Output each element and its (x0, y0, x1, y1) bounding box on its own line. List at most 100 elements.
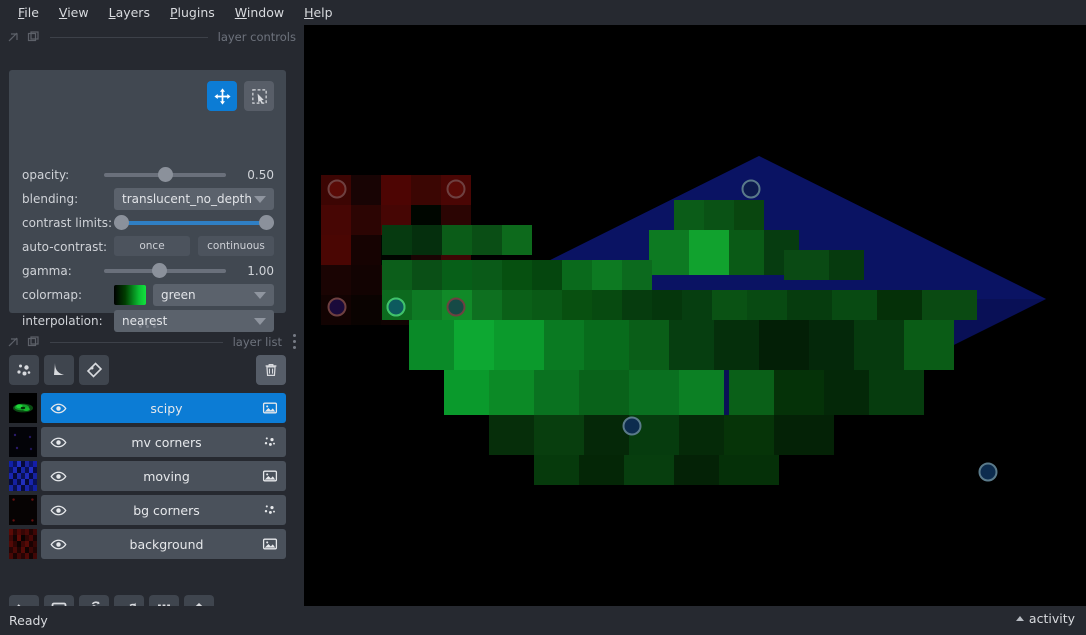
colormap-select[interactable]: green (153, 284, 274, 306)
trash-icon (265, 363, 277, 377)
scipy-pixel (382, 225, 412, 255)
blending-select[interactable]: translucent_no_depth (114, 188, 274, 210)
contrast-limits-slider[interactable] (114, 212, 274, 234)
bg-corner-point[interactable] (327, 179, 347, 199)
float-dock-icon[interactable] (8, 31, 20, 43)
shapes-icon (54, 363, 64, 375)
scipy-pixel (442, 225, 472, 255)
bg-corner-point[interactable] (327, 297, 347, 317)
opacity-row: opacity: 0.50 (22, 164, 274, 186)
layer-row[interactable]: mv corners (9, 427, 286, 457)
menu-item-view[interactable]: View (49, 2, 99, 24)
scipy-pixel (832, 290, 877, 320)
auto-contrast-once-button[interactable]: once (114, 236, 190, 256)
points-layer-icon (264, 505, 275, 514)
layer-name-label[interactable]: moving (75, 469, 286, 484)
points-layer-icon (264, 437, 275, 446)
colormap-value: green (161, 288, 196, 302)
chevron-down-icon (254, 292, 266, 299)
activity-button[interactable]: activity (1015, 611, 1075, 626)
status-message: Ready (9, 613, 48, 628)
layer-row-body[interactable]: scipy (41, 393, 286, 423)
new-labels-layer-button[interactable] (79, 355, 109, 385)
scipy-pixel (592, 290, 622, 320)
scipy-pixel (562, 290, 592, 320)
new-points-layer-button[interactable] (9, 355, 39, 385)
visibility-icon (50, 437, 66, 447)
menu-item-layers[interactable]: Layers (99, 2, 160, 24)
layer-list-toolbar (9, 355, 286, 385)
scipy-pixel (534, 455, 579, 485)
opacity-slider-handle[interactable] (158, 167, 173, 182)
activity-label: activity (1028, 611, 1075, 626)
layer-row[interactable]: bg corners (9, 495, 286, 525)
layer-controls-dock-title: layer controls (0, 28, 304, 46)
layer-name-label[interactable]: scipy (75, 401, 286, 416)
layer-mode-buttons (207, 81, 274, 111)
image-layer-icon (262, 402, 278, 414)
background-pixel (411, 175, 441, 205)
contrast-limits-range (120, 221, 268, 225)
viewer-canvas[interactable] (304, 25, 1086, 606)
auto-contrast-row: auto-contrast: once continuous (22, 236, 274, 258)
pan-zoom-mode-button[interactable] (207, 81, 237, 111)
auto-contrast-continuous-button[interactable]: continuous (198, 236, 274, 256)
opacity-slider[interactable] (104, 164, 226, 186)
layer-visibility-toggle[interactable] (41, 434, 75, 451)
canvas-scene (304, 25, 1086, 606)
scipy-pixel (532, 290, 562, 320)
image-layer-icon (262, 538, 278, 550)
mv-corner-point-selected[interactable] (386, 297, 406, 317)
delete-layer-button[interactable] (256, 355, 286, 385)
scipy-pixel (544, 320, 584, 370)
float-dock-icon[interactable] (8, 336, 20, 348)
layer-list-options-menu[interactable] (288, 331, 300, 351)
scipy-pixel (734, 200, 764, 230)
layer-visibility-toggle[interactable] (41, 502, 75, 519)
colormap-row: colormap: green (22, 284, 274, 306)
mv-corner-point[interactable] (622, 416, 642, 436)
transform-mode-button[interactable] (244, 81, 274, 111)
layer-row-body[interactable]: background (41, 529, 286, 559)
scipy-pixel (904, 320, 954, 370)
gamma-slider-handle[interactable] (151, 263, 167, 278)
scipy-pixel (502, 290, 532, 320)
dock-splitter-handle[interactable] (9, 321, 286, 331)
scipy-pixel (489, 370, 534, 415)
scipy-pixel (809, 320, 854, 370)
chevron-down-icon (254, 196, 266, 203)
new-shapes-layer-button[interactable] (44, 355, 74, 385)
menu-item-window[interactable]: Window (225, 2, 294, 24)
contrast-limits-high-handle[interactable] (259, 215, 274, 230)
layer-visibility-toggle[interactable] (41, 468, 75, 485)
layer-row-body[interactable]: bg corners (41, 495, 286, 525)
menu-item-file[interactable]: File (8, 2, 49, 24)
opacity-label: opacity: (22, 168, 70, 182)
mv-corner-point[interactable] (741, 179, 761, 199)
layer-thumbnail (9, 427, 37, 457)
contrast-limits-low-handle[interactable] (114, 215, 129, 230)
layer-row[interactable]: scipy (9, 393, 286, 423)
gamma-slider[interactable] (104, 260, 226, 282)
layer-visibility-toggle[interactable] (41, 536, 75, 553)
scipy-pixel (382, 260, 412, 290)
close-dock-icon[interactable] (27, 336, 39, 348)
bg-corner-point[interactable] (446, 179, 466, 199)
layer-row-body[interactable]: mv corners (41, 427, 286, 457)
bg-corner-point[interactable] (446, 297, 466, 317)
layer-name-label[interactable]: mv corners (75, 435, 286, 450)
layer-visibility-toggle[interactable] (41, 400, 75, 417)
layer-name-label[interactable]: background (75, 537, 286, 552)
mv-corner-point[interactable] (978, 462, 998, 482)
scipy-pixel (532, 260, 562, 290)
menu-item-plugins[interactable]: Plugins (160, 2, 225, 24)
layer-row[interactable]: moving (9, 461, 286, 491)
visibility-icon (50, 471, 66, 481)
layer-row[interactable]: background (9, 529, 286, 559)
scipy-pixel (502, 260, 532, 290)
menu-item-help[interactable]: Help (294, 2, 343, 24)
close-dock-icon[interactable] (27, 31, 39, 43)
layer-row-body[interactable]: moving (41, 461, 286, 491)
scipy-pixel (679, 415, 724, 455)
layer-name-label[interactable]: bg corners (75, 503, 286, 518)
